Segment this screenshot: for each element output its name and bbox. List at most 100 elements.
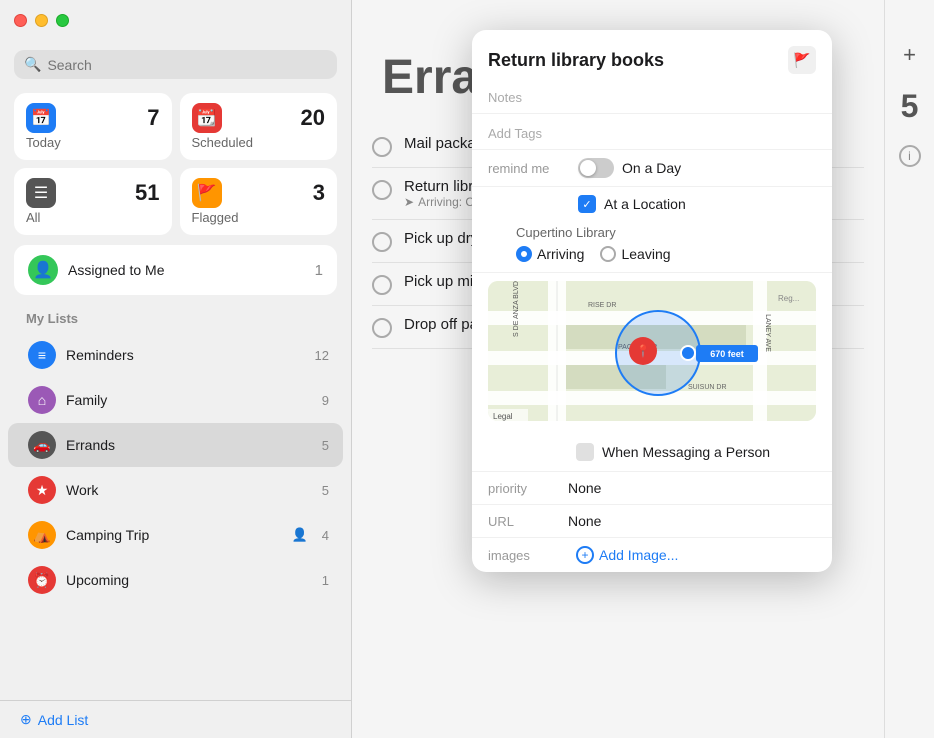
smart-list-scheduled[interactable]: 📆 20 Scheduled (180, 93, 338, 160)
sidebar-item-family[interactable]: ⌂ Family 9 (8, 378, 343, 422)
priority-row: priority None (472, 472, 832, 505)
arriving-radio[interactable] (516, 246, 532, 262)
arriving-leaving-row: Arriving Leaving (488, 246, 816, 272)
sidebar-item-camping-trip[interactable]: ⛺ Camping Trip 👤 4 (8, 513, 343, 557)
add-image-button[interactable]: + Add Image... (576, 546, 678, 564)
my-lists-header: My Lists (0, 307, 351, 332)
svg-text:S DE ANZA BLVD: S DE ANZA BLVD (513, 281, 520, 337)
task-checkbox-5[interactable] (372, 318, 392, 338)
priority-label: priority (488, 481, 568, 496)
remind-me-row: remind me On a Day (472, 150, 832, 187)
upcoming-icon: ⏰ (28, 566, 56, 594)
family-label: Family (66, 392, 312, 408)
work-label: Work (66, 482, 312, 498)
search-input[interactable] (47, 57, 327, 73)
sidebar-item-work[interactable]: ★ Work 5 (8, 468, 343, 512)
sidebar-item-reminders[interactable]: ≡ Reminders 12 (8, 333, 343, 377)
remind-me-label: remind me (488, 161, 568, 176)
svg-text:Reg...: Reg... (778, 294, 799, 303)
sidebar-item-errands[interactable]: 🚗 Errands 5 (8, 423, 343, 467)
search-icon: 🔍 (24, 56, 41, 73)
upcoming-label: Upcoming (66, 572, 312, 588)
assigned-to-me-card[interactable]: 👤 Assigned to Me 1 (14, 245, 337, 295)
scheduled-icon: 📆 (192, 103, 222, 133)
camping-count: 4 (322, 528, 329, 543)
today-icon: 📅 (26, 103, 56, 133)
shared-icon: 👤 (292, 527, 308, 543)
location-name: Cupertino Library (488, 225, 816, 246)
all-count: 51 (135, 180, 159, 206)
location-section: Cupertino Library Arriving Leaving (472, 217, 832, 273)
flagged-icon: 🚩 (192, 178, 222, 208)
smart-list-all[interactable]: ☰ 51 All (14, 168, 172, 235)
priority-value: None (568, 480, 601, 496)
scheduled-label: Scheduled (192, 135, 326, 150)
tags-label: Add Tags (488, 120, 816, 143)
leaving-radio[interactable] (600, 246, 616, 262)
close-button[interactable] (14, 14, 27, 27)
upcoming-count: 1 (322, 573, 329, 588)
remind-me-content: On a Day (578, 158, 816, 178)
when-messaging-row: When Messaging a Person (472, 433, 832, 472)
search-bar[interactable]: 🔍 (14, 50, 337, 79)
tags-section: Add Tags (472, 114, 832, 150)
smart-list-today[interactable]: 📅 7 Today (14, 93, 172, 160)
info-button[interactable]: i (899, 145, 921, 167)
task-checkbox-2[interactable] (372, 180, 392, 200)
arriving-option[interactable]: Arriving (516, 246, 584, 262)
my-lists-section: My Lists ≡ Reminders 12 ⌂ Family 9 🚗 Err… (0, 307, 351, 700)
flag-button[interactable]: 🚩 (788, 46, 816, 74)
family-icon: ⌂ (28, 386, 56, 414)
svg-text:SUISUN DR: SUISUN DR (688, 384, 727, 391)
images-row: images + Add Image... (472, 538, 832, 572)
flagged-label: Flagged (192, 210, 326, 225)
url-value: None (568, 513, 601, 529)
when-messaging-checkbox[interactable] (576, 443, 594, 461)
reminders-count: 12 (315, 348, 329, 363)
errands-count: 5 (322, 438, 329, 453)
sidebar: 🔍 📅 7 Today 📆 20 Scheduled ☰ 51 All (0, 0, 352, 738)
url-row: URL None (472, 505, 832, 538)
task-detail-popup: Return library books 🚩 Notes Add Tags re… (472, 30, 832, 572)
family-count: 9 (322, 393, 329, 408)
maximize-button[interactable] (56, 14, 69, 27)
errands-label: Errands (66, 437, 312, 453)
assigned-label: Assigned to Me (68, 262, 165, 278)
arriving-label: Arriving (537, 246, 584, 262)
at-location-checkbox[interactable]: ✓ (578, 195, 596, 213)
smart-lists: 📅 7 Today 📆 20 Scheduled ☰ 51 All 🚩 3 (0, 93, 351, 245)
leaving-option[interactable]: Leaving (600, 246, 670, 262)
add-list-button[interactable]: ⊕ Add List (0, 700, 351, 738)
all-label: All (26, 210, 160, 225)
popup-header: Return library books 🚩 (472, 30, 832, 78)
at-location-label: At a Location (604, 196, 686, 212)
on-a-day-toggle[interactable] (578, 158, 614, 178)
task-checkbox-1[interactable] (372, 137, 392, 157)
when-messaging-label: When Messaging a Person (602, 444, 770, 460)
on-a-day-label: On a Day (622, 160, 681, 176)
add-image-circle-icon: + (576, 546, 594, 564)
today-label: Today (26, 135, 160, 150)
svg-text:RISE DR: RISE DR (588, 302, 616, 309)
camping-icon: ⛺ (28, 521, 56, 549)
notes-label: Notes (488, 84, 816, 107)
assigned-left: 👤 Assigned to Me (28, 255, 165, 285)
location-arrow-icon: ➤ (404, 195, 414, 209)
task-checkbox-3[interactable] (372, 232, 392, 252)
traffic-lights (14, 14, 69, 27)
assigned-count: 1 (315, 262, 323, 279)
svg-text:670 feet: 670 feet (710, 349, 744, 359)
url-label: URL (488, 514, 568, 529)
work-icon: ★ (28, 476, 56, 504)
images-label: images (488, 548, 568, 563)
task-checkbox-4[interactable] (372, 275, 392, 295)
errands-icon: 🚗 (28, 431, 56, 459)
sidebar-item-upcoming[interactable]: ⏰ Upcoming 1 (8, 558, 343, 602)
right-panel: + 5 i (884, 0, 934, 738)
add-task-button[interactable]: + (903, 42, 916, 68)
svg-text:📍: 📍 (636, 344, 651, 358)
flagged-count: 3 (313, 180, 325, 206)
minimize-button[interactable] (35, 14, 48, 27)
add-list-label: Add List (38, 712, 89, 728)
smart-list-flagged[interactable]: 🚩 3 Flagged (180, 168, 338, 235)
